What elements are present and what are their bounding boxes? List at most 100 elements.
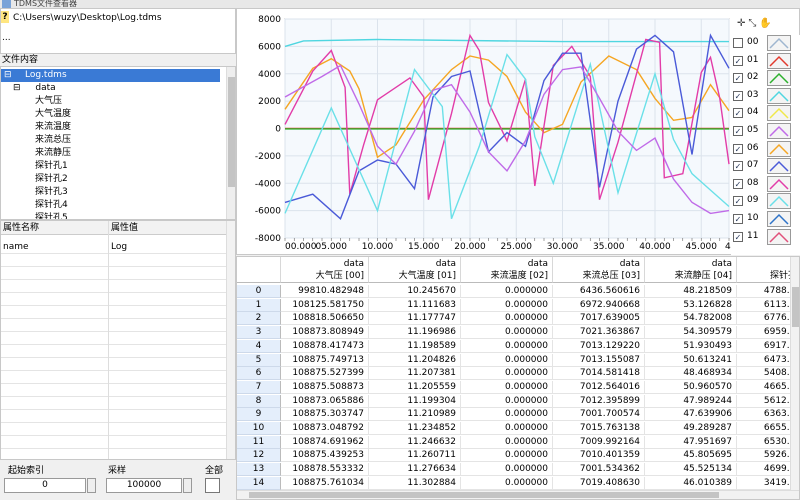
table-row-index[interactable]: 13 xyxy=(237,463,281,477)
legend-item[interactable]: ✓ 05 xyxy=(731,123,800,140)
table-cell[interactable]: 0.000000 xyxy=(461,408,553,422)
table-cell[interactable]: 7012.564016 xyxy=(553,380,645,394)
table-cell[interactable]: 46.010389 xyxy=(645,476,737,490)
tree-item-channel[interactable]: 来流温度 xyxy=(35,121,71,134)
collapse-icon[interactable]: ⊟ xyxy=(13,83,21,93)
table-row-index[interactable]: 9 xyxy=(237,408,281,422)
table-cell[interactable]: 11.111683 xyxy=(369,298,461,312)
start-index-input[interactable]: 0 xyxy=(4,478,86,493)
table-cell[interactable]: 108873.808949 xyxy=(281,326,369,340)
table-cell[interactable]: 11.205559 xyxy=(369,380,461,394)
table-cell[interactable]: 108875.761034 xyxy=(281,476,369,490)
table-cell[interactable]: 7013.129220 xyxy=(553,339,645,353)
table-cell[interactable]: 50.960570 xyxy=(645,380,737,394)
legend-checkbox[interactable]: ✓ xyxy=(733,196,743,207)
legend-checkbox[interactable]: ✓ xyxy=(733,90,743,101)
table-cell[interactable]: 0.000000 xyxy=(461,394,553,408)
table-cell[interactable]: 11.204826 xyxy=(369,353,461,367)
table-cell[interactable]: 7010.401359 xyxy=(553,449,645,463)
table-row-index[interactable]: 2 xyxy=(237,312,281,326)
tree-item-channel[interactable]: 探针孔3 xyxy=(35,186,68,199)
table-cell[interactable]: 0.000000 xyxy=(461,449,553,463)
legend-item[interactable]: ✓ 11 xyxy=(731,228,800,246)
all-checkbox[interactable] xyxy=(205,478,220,493)
table-cell[interactable]: 108875.303747 xyxy=(281,408,369,422)
table-hscroll-thumb[interactable] xyxy=(249,492,719,498)
legend-item[interactable]: ✓ 02 xyxy=(731,70,800,87)
legend-checkbox[interactable]: ✓ xyxy=(733,161,743,172)
table-cell[interactable]: 7012.395899 xyxy=(553,394,645,408)
tree-scrollbar-thumb[interactable] xyxy=(228,77,235,187)
table-cell[interactable]: 49.289287 xyxy=(645,422,737,435)
legend-checkbox[interactable]: ✓ xyxy=(733,108,743,119)
table-vscroll-thumb[interactable] xyxy=(792,287,799,327)
table-cell[interactable]: 11.234852 xyxy=(369,422,461,435)
table-row-index[interactable]: 8 xyxy=(237,394,281,408)
legend-item[interactable]: ✓ 07 xyxy=(731,158,800,175)
table-cell[interactable]: 11.260711 xyxy=(369,449,461,463)
tree-item-channel[interactable]: 探针孔4 xyxy=(35,199,68,212)
table-cell[interactable]: 47.989244 xyxy=(645,394,737,408)
legend-item[interactable]: ✓ 04 xyxy=(731,105,800,122)
table-cell[interactable]: 54.309579 xyxy=(645,326,737,340)
table-cell[interactable]: 108125.581750 xyxy=(281,298,369,312)
table-column-header[interactable]: data 来流温度 [02] xyxy=(461,257,553,283)
table-cell[interactable]: 7013.155087 xyxy=(553,353,645,367)
table-cell[interactable]: 108818.506650 xyxy=(281,312,369,326)
table-cell[interactable]: 7009.992164 xyxy=(553,435,645,449)
table-cell[interactable]: 0.000000 xyxy=(461,422,553,435)
file-tree[interactable]: ⊟ Log.tdms ⊟ data 大气压 大气温度 来流温度 来流总压 来流静压 探针孔… xyxy=(0,66,236,220)
table-vscroll[interactable] xyxy=(790,257,799,492)
legend-checkbox[interactable]: ✓ xyxy=(733,126,743,136)
tree-item-channel[interactable]: 探针孔5 xyxy=(35,212,68,219)
table-cell[interactable]: 51.930493 xyxy=(645,339,737,353)
table-cell[interactable]: 0.000000 xyxy=(461,298,553,312)
legend-checkbox[interactable]: ✓ xyxy=(733,73,743,84)
table-column-header[interactable]: data 大气压 [00] xyxy=(281,257,369,283)
table-cell[interactable]: 0.000000 xyxy=(461,367,553,381)
legend-checkbox[interactable] xyxy=(733,38,743,48)
table-cell[interactable]: 6436.560616 xyxy=(553,285,645,298)
table-cell[interactable]: 11.196986 xyxy=(369,326,461,340)
legend-checkbox[interactable]: ✓ xyxy=(733,55,743,66)
table-cell[interactable]: 45.525134 xyxy=(645,463,737,477)
table-cell[interactable]: 0.000000 xyxy=(461,380,553,394)
legend-item[interactable]: 00 xyxy=(731,35,800,52)
table-cell[interactable]: 0.000000 xyxy=(461,353,553,367)
browse-button[interactable]: ... xyxy=(2,33,11,43)
legend-item[interactable]: ✓ 08 xyxy=(731,175,800,193)
table-cell[interactable]: 0.000000 xyxy=(461,476,553,490)
legend-checkbox[interactable]: ✓ xyxy=(733,143,743,154)
table-cell[interactable]: 48.218509 xyxy=(645,285,737,298)
legend-item[interactable]: ✓ 01 xyxy=(731,52,800,70)
table-cell[interactable]: 11.246632 xyxy=(369,435,461,449)
table-cell[interactable]: 11.177747 xyxy=(369,312,461,326)
tree-item-channel[interactable]: 来流静压 xyxy=(35,147,71,160)
table-cell[interactable]: 7001.700574 xyxy=(553,408,645,422)
table-row-index[interactable]: 7 xyxy=(237,380,281,394)
props-scrollbar[interactable] xyxy=(226,221,235,459)
table-cell[interactable]: 11.302884 xyxy=(369,476,461,490)
table-cell[interactable]: 7021.363867 xyxy=(553,326,645,340)
table-cell[interactable]: 108878.417473 xyxy=(281,339,369,353)
legend-item[interactable]: ✓ 09 xyxy=(731,193,800,210)
help-icon[interactable]: ? xyxy=(1,11,9,23)
table-cell[interactable]: 0.000000 xyxy=(461,339,553,353)
zoom-icon[interactable]: ⤡ xyxy=(748,18,759,29)
table-cell[interactable]: 0.000000 xyxy=(461,435,553,449)
table-row-index[interactable]: 5 xyxy=(237,353,281,367)
table-row-index[interactable]: 6 xyxy=(237,367,281,381)
table-cell[interactable]: 7019.408630 xyxy=(553,476,645,490)
table-cell[interactable]: 50.613241 xyxy=(645,353,737,367)
table-cell[interactable]: 108878.553332 xyxy=(281,463,369,477)
tree-item-channel[interactable]: 大气温度 xyxy=(35,108,71,121)
crosshair-icon[interactable]: ✛ xyxy=(737,18,748,29)
table-cell[interactable]: 47.639906 xyxy=(645,408,737,422)
table-cell[interactable]: 0.000000 xyxy=(461,463,553,477)
table-cell[interactable]: 108874.691962 xyxy=(281,435,369,449)
legend-item[interactable]: ✓ 10 xyxy=(731,211,800,228)
table-cell[interactable]: 7001.534362 xyxy=(553,463,645,477)
table-cell[interactable]: 54.782008 xyxy=(645,312,737,326)
tree-item-channel[interactable]: 探针孔1 xyxy=(35,160,68,173)
table-cell[interactable]: 108875.749713 xyxy=(281,353,369,367)
